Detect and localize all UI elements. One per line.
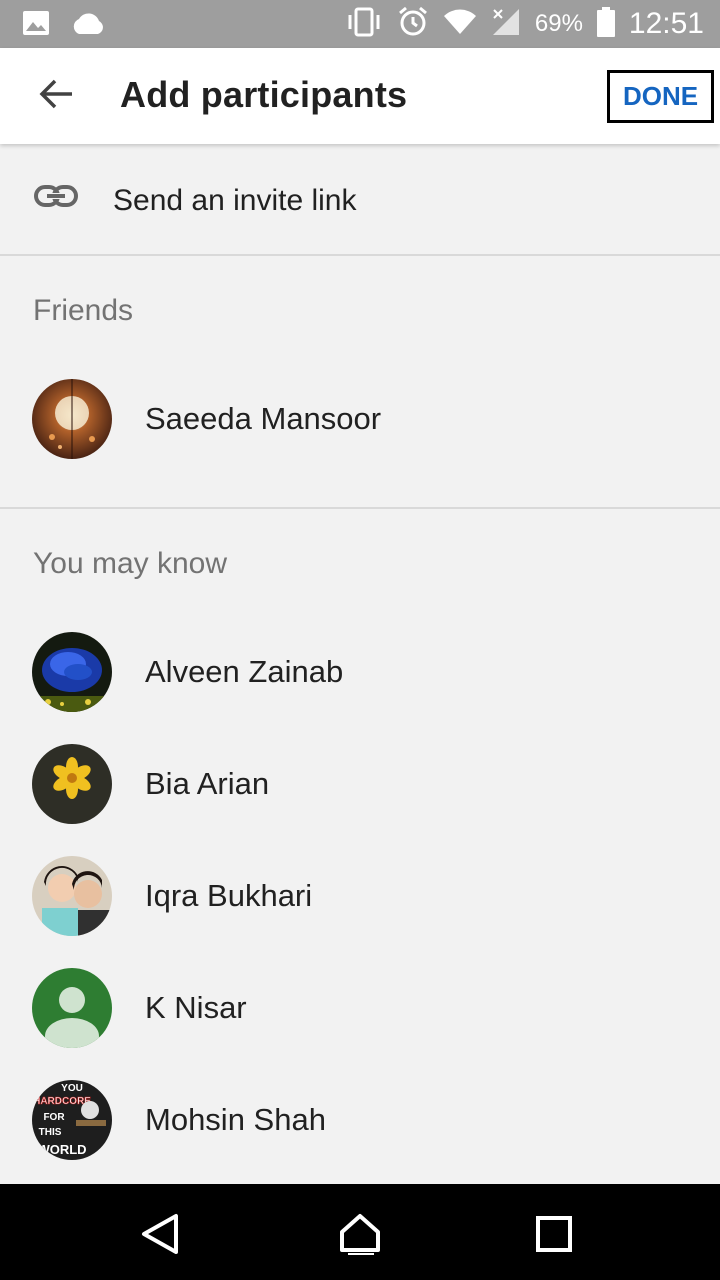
clock-time: 12:51	[628, 7, 704, 40]
you-may-know-header: You may know	[33, 547, 228, 580]
image-icon	[22, 10, 50, 41]
back-triangle-icon	[138, 1214, 182, 1260]
person-name: Alveen Zainab	[145, 654, 344, 689]
friend-row-saeeda-mansoor[interactable]: Saeeda Mansoor	[0, 363, 720, 475]
signal-icon	[491, 7, 521, 42]
suggestion-row-alveen-zainab[interactable]: Alveen Zainab	[0, 616, 720, 728]
avatar	[32, 856, 112, 936]
person-name: K Nisar	[145, 990, 247, 1025]
recents-square-icon	[532, 1216, 576, 1260]
default-avatar-icon	[32, 968, 112, 1048]
avatar	[32, 379, 112, 459]
avatar	[32, 632, 112, 712]
nav-recents-button[interactable]	[532, 1212, 576, 1256]
nav-back-button[interactable]	[138, 1212, 182, 1256]
friends-header: Friends	[33, 294, 134, 327]
wifi-icon	[443, 8, 477, 41]
back-button[interactable]	[30, 72, 82, 120]
arrow-back-icon	[38, 78, 74, 115]
vibrate-icon	[345, 7, 383, 42]
navigation-bar	[0, 1184, 720, 1280]
suggestion-row-k-nisar[interactable]: K Nisar	[0, 952, 720, 1064]
page-title: Add participants	[120, 74, 408, 115]
divider	[0, 254, 720, 256]
mohsin-avatar-line-4: THIS	[39, 1127, 62, 1138]
nav-home-button[interactable]	[338, 1212, 382, 1256]
avatar: YOU HARDCORE FOR THIS WORLD	[32, 1080, 112, 1160]
avatar	[32, 744, 112, 824]
person-name: Mohsin Shah	[145, 1102, 326, 1137]
person-name: Saeeda Mansoor	[145, 401, 382, 436]
invite-link-label: Send an invite link	[113, 184, 357, 217]
app-bar: Add participants DONE	[0, 48, 720, 144]
person-name: Iqra Bukhari	[145, 878, 313, 913]
person-name: Bia Arian	[145, 766, 270, 801]
suggestion-row-iqra-bukhari[interactable]: Iqra Bukhari	[0, 840, 720, 952]
cloud-icon	[70, 11, 106, 40]
home-icon	[338, 1214, 382, 1260]
link-icon	[34, 184, 78, 213]
battery-icon	[596, 6, 615, 42]
suggestion-row-mohsin-shah[interactable]: YOU HARDCORE FOR THIS WORLD Mohsin Shah	[0, 1064, 720, 1176]
mohsin-avatar-line-3: FOR	[43, 1112, 65, 1123]
battery-percent: 69%	[534, 10, 583, 37]
mohsin-avatar-line-1: YOU	[61, 1083, 83, 1094]
alarm-icon	[397, 6, 429, 43]
send-invite-link-row[interactable]: Send an invite link	[0, 144, 720, 255]
status-bar: 69% 12:51	[0, 0, 720, 48]
mohsin-avatar-line-5: WORLD	[37, 1142, 86, 1157]
divider	[0, 507, 720, 509]
done-button[interactable]: DONE	[607, 70, 714, 123]
suggestion-row-bia-arian[interactable]: Bia Arian	[0, 728, 720, 840]
